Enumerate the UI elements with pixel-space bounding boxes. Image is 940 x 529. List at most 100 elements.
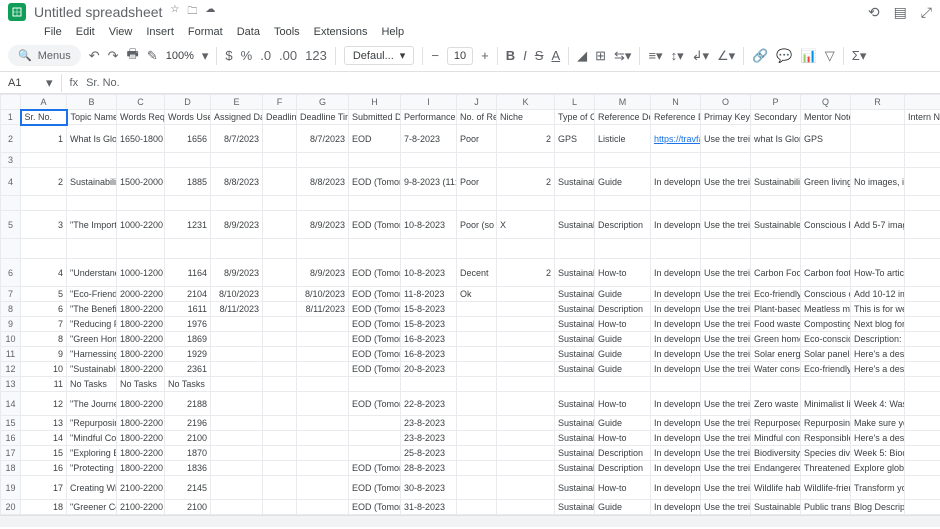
cell[interactable]: Use the treillage (701, 317, 751, 332)
cell[interactable]: Deadline Time (297, 110, 349, 125)
text-color-icon[interactable]: A (551, 48, 560, 63)
cell[interactable]: Sustainable comm (751, 500, 801, 515)
col-header[interactable]: L (555, 95, 595, 110)
cell[interactable] (905, 362, 940, 377)
cell[interactable] (21, 239, 67, 259)
cell[interactable]: Use the treillage (701, 168, 751, 196)
cell[interactable] (211, 461, 263, 476)
cell[interactable]: X (497, 211, 555, 239)
link-icon[interactable]: 🔗 (752, 48, 768, 64)
col-header[interactable]: Q (801, 95, 851, 110)
cell[interactable]: "The Importance (67, 211, 117, 239)
cell[interactable] (497, 377, 555, 392)
formula-bar[interactable]: Sr. No. (86, 77, 120, 89)
cell[interactable]: Endangered spec (751, 461, 801, 476)
cell[interactable]: "Exploring Biodiv (67, 446, 117, 461)
chevron-down-icon[interactable]: ▾ (46, 75, 53, 91)
cell[interactable]: How-to (595, 317, 651, 332)
cell[interactable]: In development (651, 259, 701, 287)
cell[interactable]: Use the treillage (701, 392, 751, 416)
redo-icon[interactable]: ↷ (108, 48, 119, 64)
cell[interactable]: "Reducing Food (67, 317, 117, 332)
cell[interactable]: Green living, Env (801, 168, 851, 196)
cell[interactable] (263, 416, 297, 431)
doc-title[interactable]: Untitled spreadsheet (34, 4, 162, 20)
cell[interactable]: No Tasks (117, 377, 165, 392)
cell[interactable] (117, 153, 165, 168)
cell[interactable]: 11-8-2023 (401, 287, 457, 302)
cell[interactable] (651, 377, 701, 392)
row-header[interactable]: 8 (1, 302, 21, 317)
cell[interactable]: Minimalist living, (801, 392, 851, 416)
cell[interactable]: Sustainability, Ec (751, 168, 801, 196)
cell[interactable]: GPS (555, 125, 595, 153)
row-header[interactable]: 20 (1, 500, 21, 515)
cell[interactable] (497, 239, 555, 259)
cell[interactable] (263, 392, 297, 416)
cell[interactable]: Topic Name (67, 110, 117, 125)
cell[interactable]: Sustainability (555, 461, 595, 476)
cell[interactable]: 1800-2200 (117, 362, 165, 377)
cell[interactable]: 15-8-2023 (401, 317, 457, 332)
cell[interactable]: Zero waste living (751, 392, 801, 416)
cell[interactable] (263, 446, 297, 461)
cell[interactable]: In development (651, 431, 701, 446)
cell[interactable]: In development (651, 168, 701, 196)
cell[interactable]: 9-8-2023 (11:42) (401, 168, 457, 196)
cell[interactable] (297, 446, 349, 461)
cell[interactable]: In development (651, 287, 701, 302)
cell[interactable] (297, 416, 349, 431)
bold-icon[interactable]: B (506, 48, 515, 63)
cell[interactable]: No Tasks (165, 377, 211, 392)
cell[interactable]: 1 (1, 110, 21, 125)
cell[interactable]: Use the treillage (701, 259, 751, 287)
cell[interactable]: 22-8-2023 (401, 392, 457, 416)
filter-icon[interactable]: ▽ (825, 48, 835, 64)
cell[interactable]: Sustainability (555, 476, 595, 500)
row-header[interactable]: 19 (1, 476, 21, 500)
cell[interactable]: In development (651, 362, 701, 377)
cell[interactable]: Solar energy, Re (751, 347, 801, 362)
cell-ref[interactable]: A1 (8, 77, 38, 89)
cell[interactable] (905, 259, 940, 287)
cell[interactable] (497, 153, 555, 168)
cell[interactable] (497, 416, 555, 431)
dec-decrease-icon[interactable]: .0 (260, 48, 271, 63)
cell[interactable]: Ok (457, 287, 497, 302)
row-header[interactable]: 7 (1, 287, 21, 302)
cell[interactable]: 1929 (165, 347, 211, 362)
cell[interactable]: Description (595, 211, 651, 239)
cell[interactable]: Conscious living (801, 211, 851, 239)
cell[interactable]: Poor (so much n (457, 211, 497, 239)
cell[interactable]: 8/10/2023 (211, 287, 263, 302)
cell[interactable] (263, 362, 297, 377)
cell[interactable]: Words Used (165, 110, 211, 125)
cell[interactable]: 8/9/2023 (211, 259, 263, 287)
cell[interactable]: Public transit ben (801, 500, 851, 515)
cell[interactable] (457, 461, 497, 476)
cell[interactable] (349, 377, 401, 392)
cell[interactable] (297, 347, 349, 362)
cell[interactable] (211, 377, 263, 392)
cell[interactable]: 1500-2000 (117, 168, 165, 196)
cell[interactable] (263, 196, 297, 211)
col-header[interactable]: N (651, 95, 701, 110)
cell[interactable] (905, 347, 940, 362)
row-header[interactable]: 16 (1, 431, 21, 446)
cell[interactable] (263, 125, 297, 153)
cell[interactable]: "Green Home Ma (67, 332, 117, 347)
cell[interactable] (165, 239, 211, 259)
cell[interactable]: 8/7/2023 (297, 125, 349, 153)
cell[interactable] (651, 239, 701, 259)
col-header[interactable]: R (851, 95, 905, 110)
cell[interactable] (297, 317, 349, 332)
cell[interactable]: 1800-2200 (117, 392, 165, 416)
cell[interactable] (497, 461, 555, 476)
cell[interactable]: "Mindful Consum (67, 431, 117, 446)
cell[interactable]: Sustainable choic (751, 211, 801, 239)
cell[interactable] (457, 446, 497, 461)
font-size[interactable]: 10 (447, 47, 473, 65)
cell[interactable] (555, 239, 595, 259)
cell[interactable]: 1976 (165, 317, 211, 332)
cell[interactable]: 17 (21, 476, 67, 500)
